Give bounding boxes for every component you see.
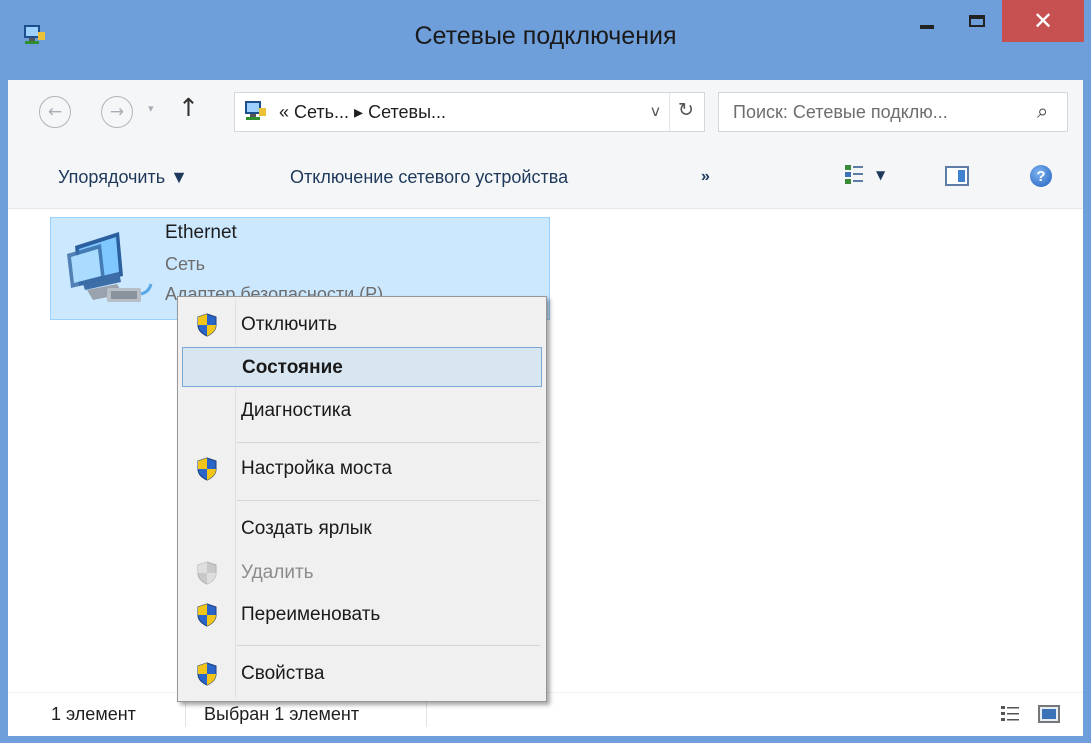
menu-separator xyxy=(237,500,540,501)
status-divider xyxy=(185,701,186,727)
close-button[interactable]: ✕ xyxy=(1002,0,1084,42)
connection-network: Сеть xyxy=(165,254,206,274)
uac-shield-disabled-icon xyxy=(197,561,217,585)
arrow-left-icon: ← xyxy=(47,102,63,122)
network-folder-icon xyxy=(245,101,266,120)
maximize-button[interactable] xyxy=(952,0,1002,42)
view-options-chevron-icon[interactable]: ▼ xyxy=(876,168,885,182)
menu-item-label: Состояние xyxy=(242,357,343,378)
help-icon[interactable]: ? xyxy=(1030,165,1052,187)
menu-item-disable[interactable]: Отключить xyxy=(182,305,542,345)
menu-item-label: Отключить xyxy=(241,314,338,335)
navigation-bar: ← → ▾ ↑ « Сеть... ▸ Сетевы... v ↻ Поиск:… xyxy=(8,80,1083,150)
minimize-icon xyxy=(920,25,934,29)
menu-item-status[interactable]: Состояние xyxy=(182,347,542,387)
menu-item-label: Удалить xyxy=(241,562,314,583)
details-view-icon[interactable] xyxy=(1001,705,1019,723)
title-bar[interactable]: Сетевые подключения ✕ xyxy=(0,0,1091,80)
address-divider xyxy=(669,93,670,131)
search-input[interactable]: Поиск: Сетевые подклю... ⌕ xyxy=(718,92,1068,132)
menu-separator xyxy=(237,442,540,443)
uac-shield-icon xyxy=(197,662,217,686)
menu-item-create-shortcut[interactable]: Создать ярлык xyxy=(182,509,542,549)
menu-item-delete: Удалить xyxy=(182,553,542,593)
disable-device-button[interactable]: Отключение сетевого устройства xyxy=(290,167,568,188)
minimize-button[interactable] xyxy=(902,0,952,42)
recent-locations-chevron-icon[interactable]: ▾ xyxy=(148,102,154,115)
status-divider xyxy=(426,701,427,727)
menu-item-label: Свойства xyxy=(241,663,325,684)
menu-separator xyxy=(237,645,540,646)
menu-item-rename[interactable]: Переименовать xyxy=(182,595,542,635)
preview-pane-icon[interactable] xyxy=(945,166,969,186)
ethernet-adapter-icon xyxy=(67,232,153,302)
menu-item-bridge[interactable]: Настройка моста xyxy=(182,449,542,489)
search-placeholder: Поиск: Сетевые подклю... xyxy=(733,102,948,122)
menu-item-diagnostics[interactable]: Диагностика xyxy=(182,391,542,431)
address-bar[interactable]: « Сеть... ▸ Сетевы... v ↻ xyxy=(234,92,705,132)
menu-item-label: Создать ярлык xyxy=(241,518,372,539)
search-icon[interactable]: ⌕ xyxy=(1037,99,1048,123)
uac-shield-icon xyxy=(197,457,217,481)
explorer-window: Сетевые подключения ✕ ← → ▾ ↑ « Сеть... … xyxy=(0,0,1091,743)
close-icon: ✕ xyxy=(1032,7,1054,35)
uac-shield-icon xyxy=(197,313,217,337)
command-bar: Упорядочить ▼ Отключение сетевого устрой… xyxy=(8,150,1083,209)
arrow-right-icon: → xyxy=(109,102,125,122)
connection-name: Ethernet xyxy=(165,222,237,243)
breadcrumb[interactable]: « Сеть... ▸ Сетевы... xyxy=(279,102,446,123)
context-menu: Отключить Состояние Диагностика Настройк… xyxy=(177,296,547,702)
maximize-icon xyxy=(969,15,985,27)
help-glyph: ? xyxy=(1036,167,1046,185)
more-commands-button[interactable]: » xyxy=(701,168,710,186)
uac-shield-icon xyxy=(197,603,217,627)
forward-button[interactable]: → xyxy=(101,96,133,128)
item-count: 1 элемент xyxy=(51,704,136,724)
up-button[interactable]: ↑ xyxy=(178,93,199,122)
change-view-icon[interactable] xyxy=(844,163,864,185)
menu-item-label: Диагностика xyxy=(241,400,352,421)
address-history-chevron-icon[interactable]: v xyxy=(651,102,660,120)
menu-item-properties[interactable]: Свойства xyxy=(182,654,542,694)
organize-button[interactable]: Упорядочить ▼ xyxy=(58,167,188,188)
menu-item-label: Переименовать xyxy=(241,604,381,625)
selection-count: Выбран 1 элемент xyxy=(204,704,360,724)
back-button[interactable]: ← xyxy=(39,96,71,128)
refresh-icon[interactable]: ↻ xyxy=(678,99,694,121)
menu-item-label: Настройка моста xyxy=(241,458,392,479)
large-icons-view-icon[interactable] xyxy=(1038,705,1060,723)
